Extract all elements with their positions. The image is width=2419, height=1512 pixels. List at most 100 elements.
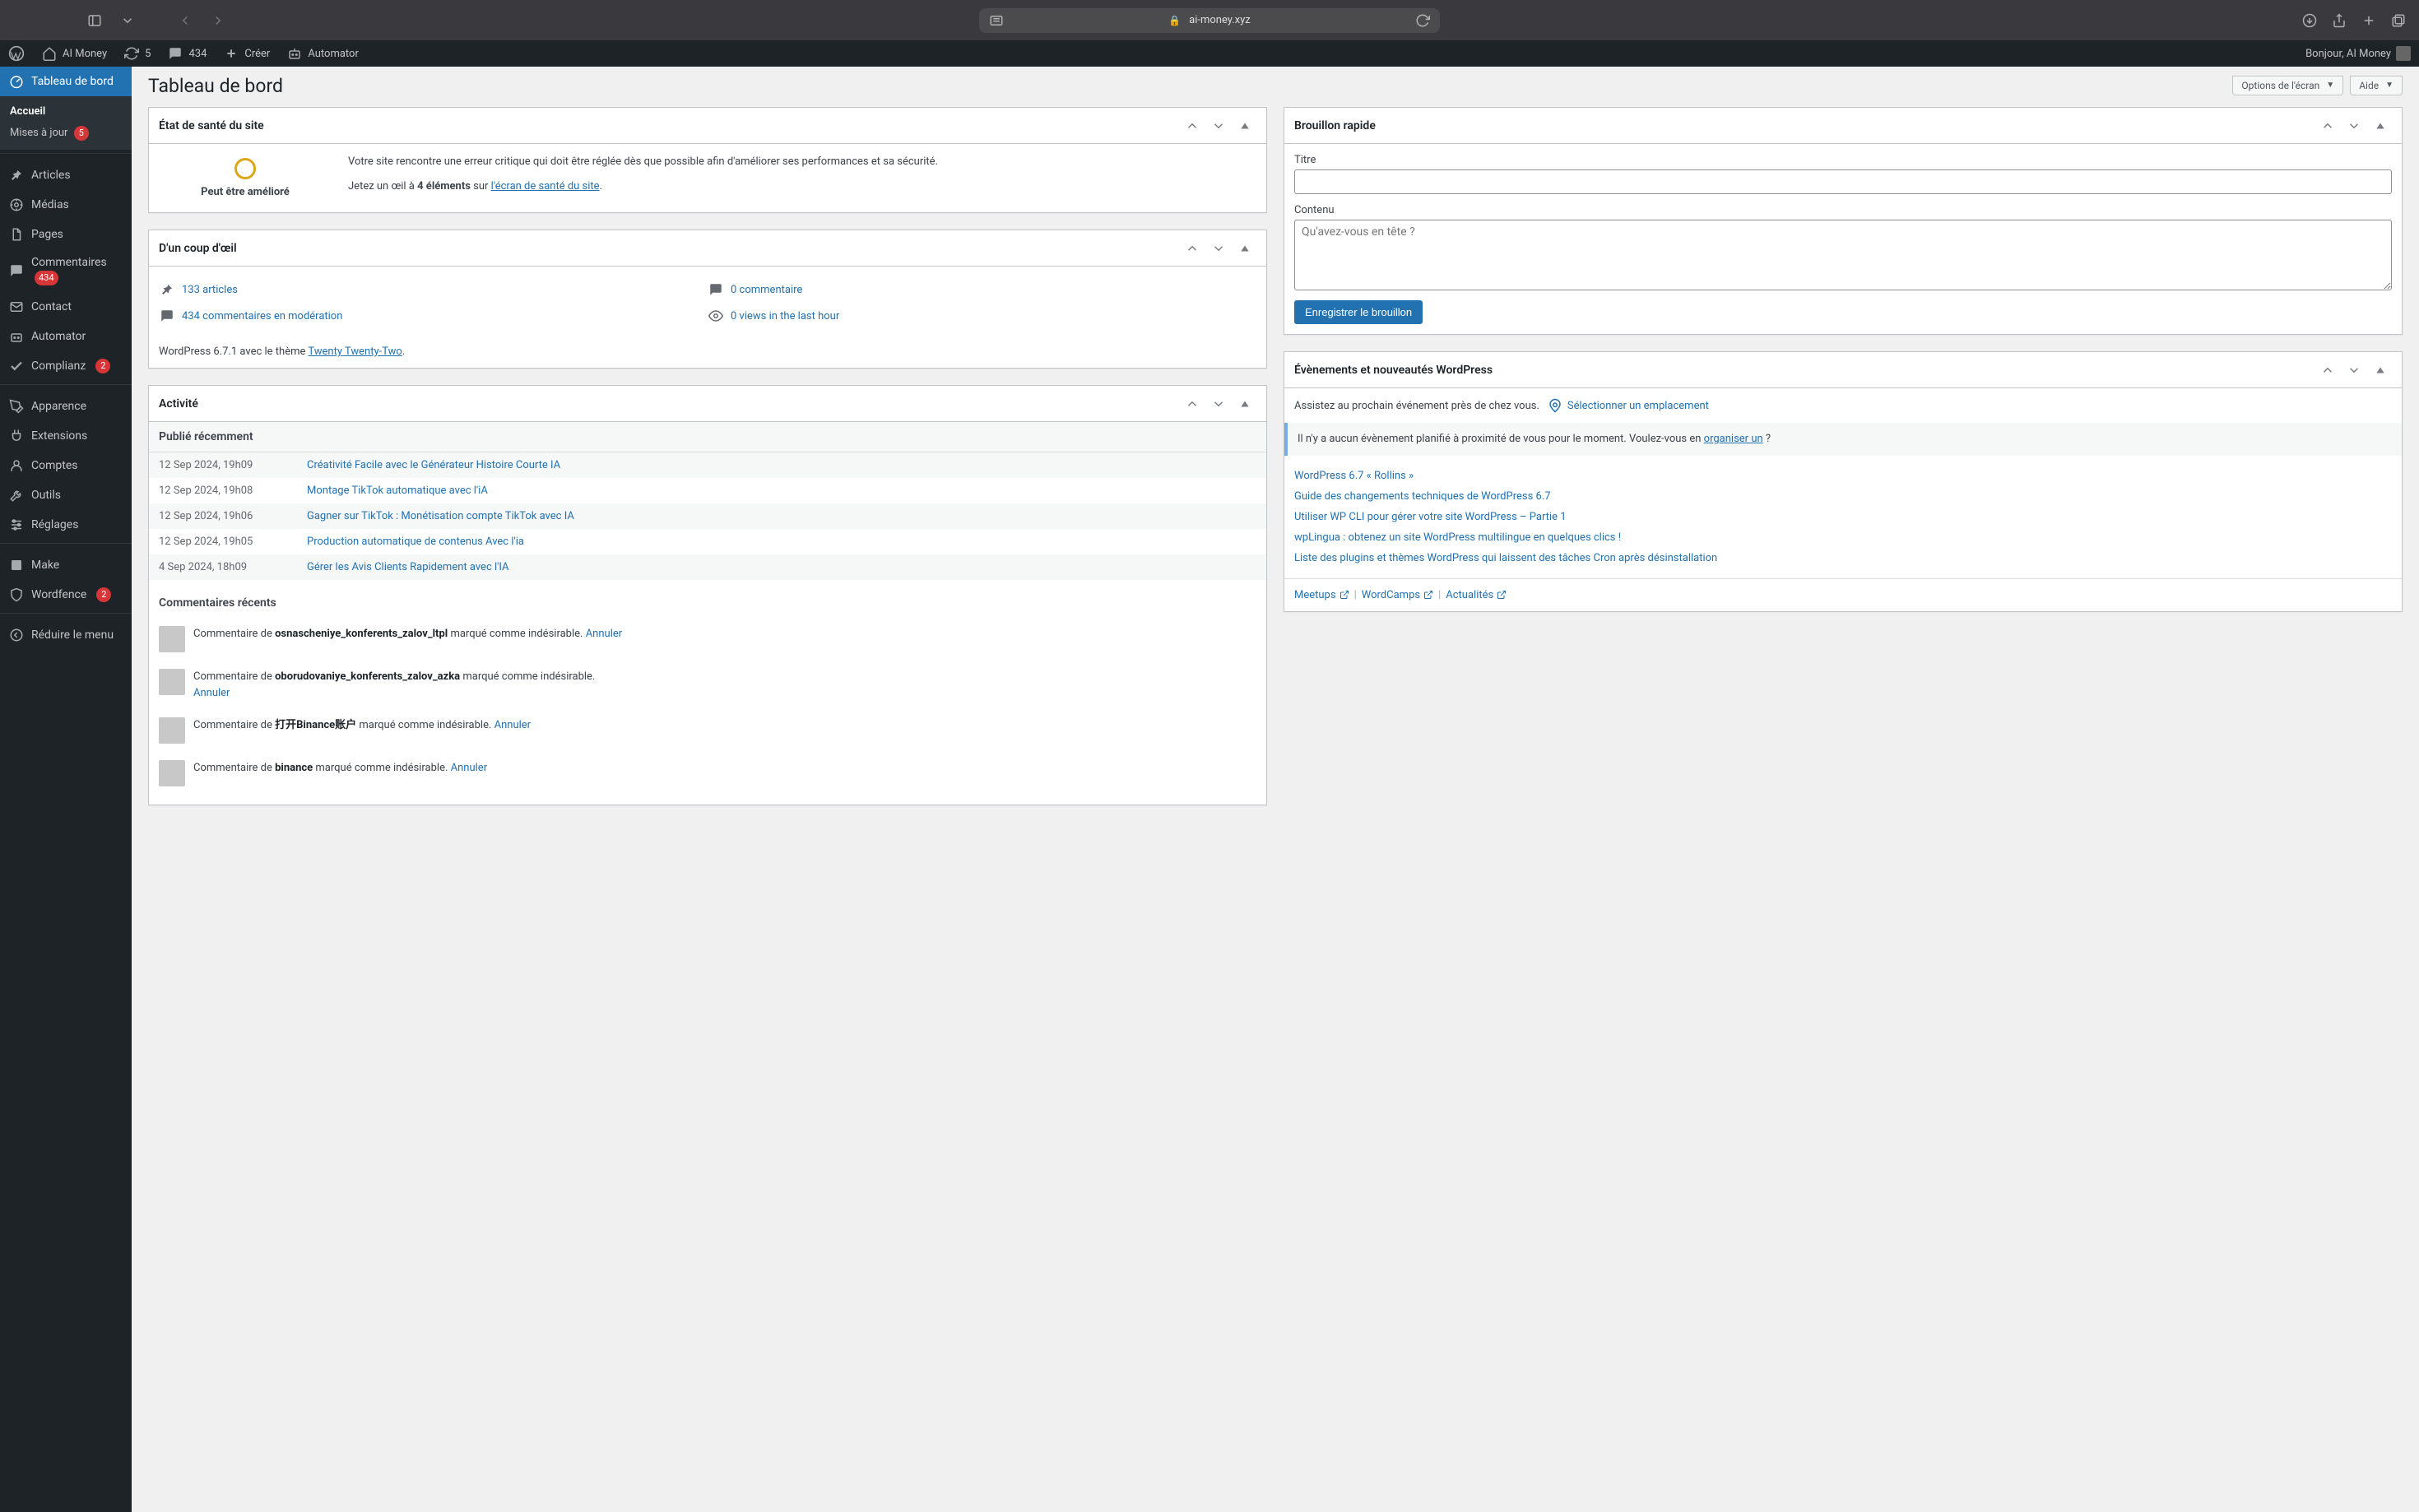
automator-menu[interactable]: Automator (278, 40, 367, 67)
pin-icon (8, 167, 25, 183)
robot-icon (286, 45, 303, 62)
comments-menu[interactable]: 434 (159, 40, 215, 67)
new-tab-icon[interactable] (2356, 8, 2381, 33)
move-up-icon[interactable] (1181, 392, 1204, 415)
reader-icon[interactable] (984, 8, 1009, 33)
at-a-glance-box: D'un coup d'œil 133 articles (148, 230, 1267, 369)
pin-icon (159, 281, 175, 298)
external-icon (1423, 590, 1433, 600)
toggle-icon[interactable] (1233, 237, 1256, 260)
sidebar-item-pages[interactable]: Pages (0, 220, 132, 249)
sidebar-item-users[interactable]: Comptes (0, 451, 132, 480)
post-link[interactable]: Production automatique de contenus Avec … (307, 536, 524, 548)
sidebar-item-appearance[interactable]: Apparence (0, 392, 132, 421)
sidebar-subitem-home[interactable]: Accueil (0, 101, 132, 122)
draft-content-input[interactable] (1294, 220, 2392, 290)
screen-options-button[interactable]: Options de l'écran (2232, 76, 2343, 95)
organize-link[interactable]: organiser un (1704, 433, 1763, 445)
page-icon (8, 226, 25, 243)
chevron-down-icon[interactable] (115, 8, 140, 33)
sidebar-item-settings[interactable]: Réglages (0, 510, 132, 540)
theme-link[interactable]: Twenty Twenty-Two (308, 346, 402, 358)
wordcamps-link[interactable]: WordCamps (1362, 589, 1433, 601)
sidebar-item-make[interactable]: Make (0, 550, 132, 580)
sidebar-item-wordfence[interactable]: Wordfence 2 (0, 580, 132, 610)
comment-row: Commentaire de 打开Binance账户 marqué comme … (159, 709, 1256, 752)
sidebar-item-tools[interactable]: Outils (0, 480, 132, 510)
meetups-link[interactable]: Meetups (1294, 589, 1349, 601)
comment-row: Commentaire de oborudovaniye_konferents_… (159, 661, 1256, 709)
toggle-icon[interactable] (1233, 114, 1256, 137)
sidebar-item-complianz[interactable]: Complianz 2 (0, 351, 132, 381)
tabs-icon[interactable] (2386, 8, 2411, 33)
post-link[interactable]: Gérer les Avis Clients Rapidement avec l… (307, 561, 509, 573)
cancel-link[interactable]: Annuler (451, 762, 487, 774)
comment-icon (167, 45, 183, 62)
glance-posts-link[interactable]: 133 articles (182, 284, 238, 296)
news-link[interactable]: Utiliser WP CLI pour gérer votre site Wo… (1294, 511, 1567, 523)
site-health-heading: État de santé du site (159, 119, 264, 132)
wp-logo-menu[interactable] (0, 40, 33, 67)
save-draft-button[interactable]: Enregistrer le brouillon (1294, 300, 1423, 324)
share-icon[interactable] (2327, 8, 2352, 33)
post-date: 12 Sep 2024, 19h05 (159, 536, 290, 548)
news-link[interactable]: WordPress 6.7 « Rollins » (1294, 470, 1414, 482)
wordpress-icon (8, 45, 25, 62)
post-link[interactable]: Créativité Facile avec le Générateur His… (307, 459, 560, 471)
sidebar-item-dashboard[interactable]: Tableau de bord (0, 67, 132, 96)
glance-comments-link[interactable]: 0 commentaire (731, 284, 802, 296)
cancel-link[interactable]: Annuler (586, 628, 622, 640)
sidebar-subitem-updates[interactable]: Mises à jour 5 (0, 122, 132, 145)
downloads-icon[interactable] (2297, 8, 2322, 33)
sidebar-item-posts[interactable]: Articles (0, 160, 132, 190)
events-heading: Évènements et nouveautés WordPress (1294, 364, 1493, 377)
news-link[interactable]: wpLingua : obtenez un site WordPress mul… (1294, 531, 1621, 544)
nav-back-icon[interactable] (173, 8, 197, 33)
post-link[interactable]: Gagner sur TikTok : Monétisation compte … (307, 510, 574, 522)
external-icon (1340, 590, 1349, 600)
sidebar-toggle-icon[interactable] (82, 8, 107, 33)
reload-icon[interactable] (1410, 8, 1435, 33)
move-up-icon[interactable] (2316, 114, 2339, 137)
move-down-icon[interactable] (1207, 114, 1230, 137)
post-link[interactable]: Montage TikTok automatique avec l'iA (307, 485, 488, 497)
sidebar-item-comments[interactable]: Commentaires 434 (0, 249, 132, 292)
toggle-icon[interactable] (2369, 359, 2392, 382)
account-menu[interactable]: Bonjour, AI Money (2297, 40, 2419, 67)
wrench-icon (8, 487, 25, 503)
news-link[interactable]: Guide des changements techniques de Word… (1294, 490, 1551, 503)
cancel-link[interactable]: Annuler (193, 687, 230, 699)
toggle-icon[interactable] (1233, 392, 1256, 415)
health-cta: Jetez un œil à 4 éléments sur l'écran de… (348, 179, 938, 195)
news-link[interactable]: Liste des plugins et thèmes WordPress qu… (1294, 552, 1717, 564)
move-up-icon[interactable] (2316, 359, 2339, 382)
draft-title-input[interactable] (1294, 169, 2392, 194)
sidebar-item-automator[interactable]: Automator (0, 322, 132, 351)
move-up-icon[interactable] (1181, 237, 1204, 260)
new-content-menu[interactable]: Créer (215, 40, 278, 67)
move-down-icon[interactable] (1207, 237, 1230, 260)
news-item: WordPress 6.7 « Rollins » (1294, 466, 2392, 486)
move-down-icon[interactable] (1207, 392, 1230, 415)
sidebar-item-collapse[interactable]: Réduire le menu (0, 620, 132, 650)
glance-views-link[interactable]: 0 views in the last hour (731, 310, 839, 322)
comments-badge: 434 (35, 271, 58, 285)
sidebar-item-contact[interactable]: Contact (0, 292, 132, 322)
url-bar[interactable]: 🔒 ai-money.xyz (979, 8, 1440, 33)
nav-forward-icon[interactable] (206, 8, 230, 33)
move-down-icon[interactable] (2342, 114, 2366, 137)
updates-menu[interactable]: 5 (115, 40, 159, 67)
move-up-icon[interactable] (1181, 114, 1204, 137)
glance-moderation-link[interactable]: 434 commentaires en modération (182, 310, 342, 322)
health-screen-link[interactable]: l'écran de santé du site (491, 180, 600, 192)
news-link[interactable]: Actualités (1446, 589, 1507, 601)
select-location-link[interactable]: Sélectionner un emplacement (1548, 398, 1709, 413)
toggle-icon[interactable] (2369, 114, 2392, 137)
help-button[interactable]: Aide (2350, 76, 2403, 95)
site-name-menu[interactable]: AI Money (33, 40, 115, 67)
cancel-link[interactable]: Annuler (494, 719, 531, 731)
site-title: AI Money (63, 48, 107, 60)
sidebar-item-media[interactable]: Médias (0, 190, 132, 220)
sidebar-item-plugins[interactable]: Extensions (0, 421, 132, 451)
move-down-icon[interactable] (2342, 359, 2366, 382)
